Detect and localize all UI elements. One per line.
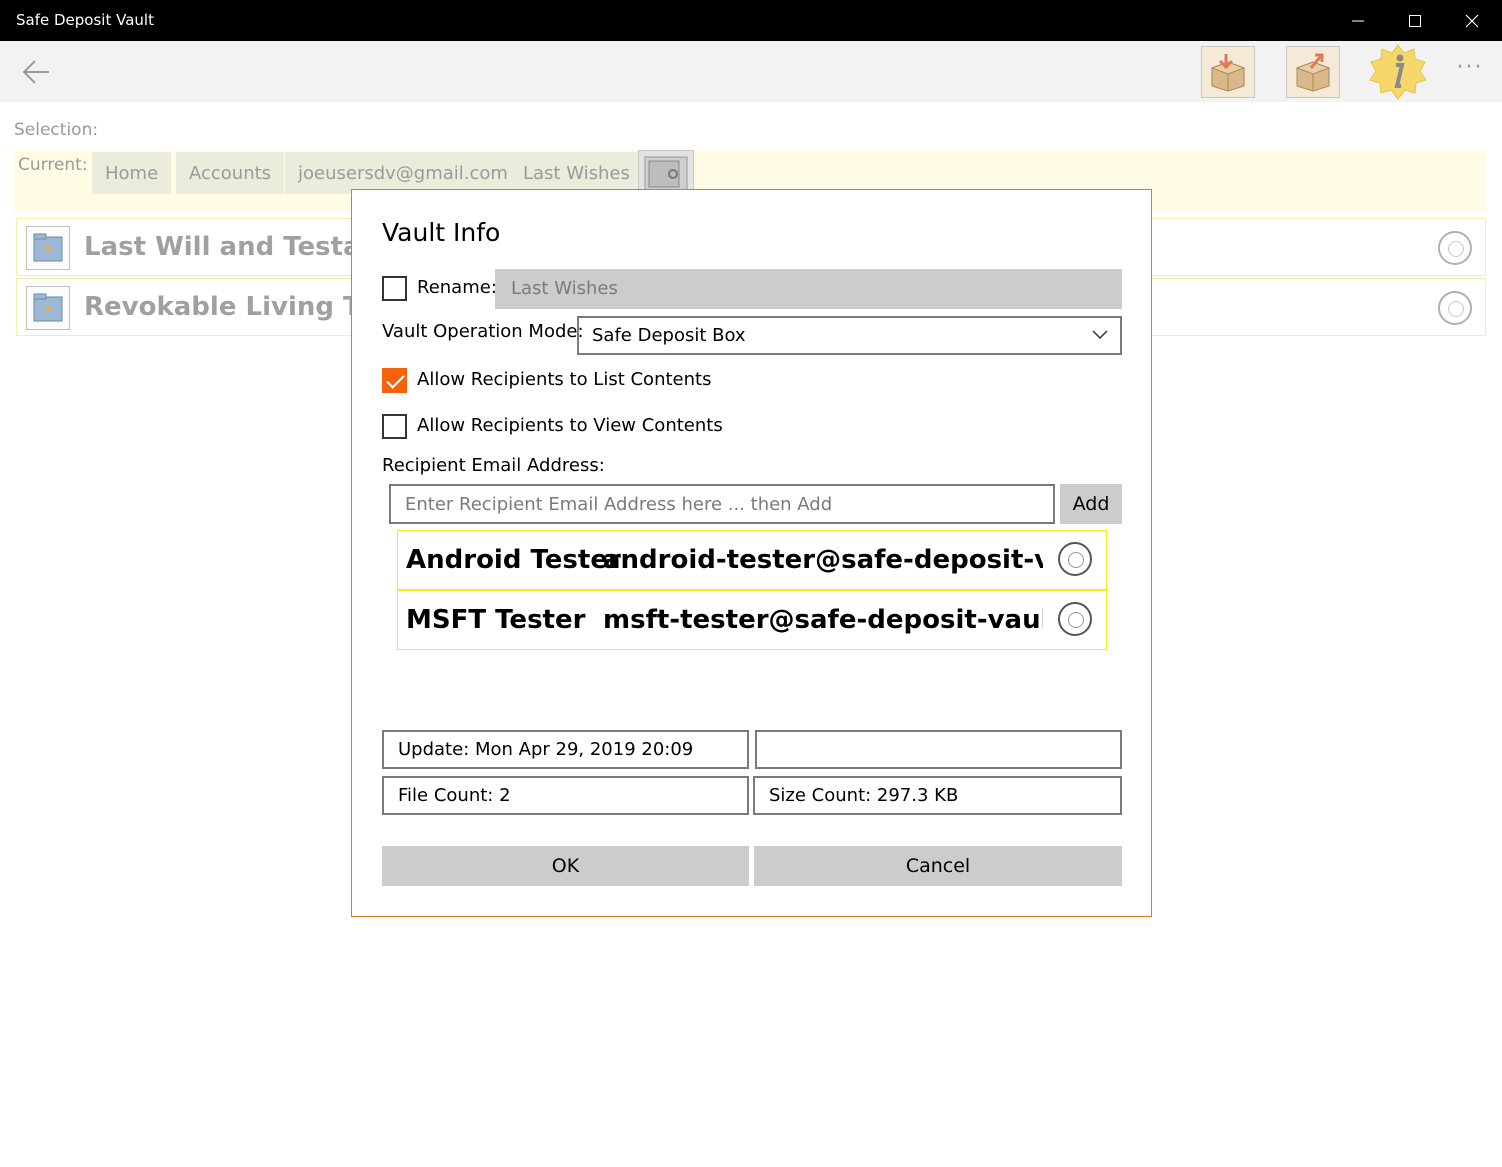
minimize-button[interactable] bbox=[1330, 0, 1386, 41]
vault-info-dialog: Vault Info Rename: Last Wishes Vault Ope… bbox=[351, 189, 1152, 917]
info-icon bbox=[1369, 44, 1427, 100]
selection-label: Selection: bbox=[14, 120, 99, 140]
recipient-email-input[interactable]: Enter Recipient Email Address here ... t… bbox=[389, 484, 1055, 524]
rename-field[interactable]: Last Wishes bbox=[495, 269, 1122, 309]
allow-view-label: Allow Recipients to View Contents bbox=[417, 415, 723, 436]
dialog-title: Vault Info bbox=[382, 218, 501, 247]
export-box-icon bbox=[1295, 53, 1331, 92]
current-label: Current: bbox=[18, 155, 88, 175]
allow-list-label: Allow Recipients to List Contents bbox=[417, 369, 712, 390]
breadcrumb-item-last-wishes[interactable]: Last Wishes bbox=[510, 152, 643, 194]
cancel-button[interactable]: Cancel bbox=[754, 846, 1122, 886]
recipient-email: android-tester@safe-deposit-vault.com bbox=[603, 545, 1043, 575]
breadcrumb-item-home[interactable]: Home bbox=[92, 152, 172, 194]
app-bar: ··· bbox=[0, 41, 1502, 102]
close-button[interactable] bbox=[1444, 0, 1500, 41]
blank-info bbox=[755, 730, 1122, 769]
document-folder-icon bbox=[26, 286, 70, 330]
mode-select-value: Safe Deposit Box bbox=[592, 325, 746, 346]
update-info: Update: Mon Apr 29, 2019 20:09 bbox=[382, 730, 749, 769]
recipient-label: Recipient Email Address: bbox=[382, 455, 605, 476]
title-bar: Safe Deposit Vault bbox=[0, 0, 1502, 41]
breadcrumb-item-accounts[interactable]: Accounts bbox=[176, 152, 285, 194]
mode-label: Vault Operation Mode: bbox=[382, 321, 584, 342]
ok-button[interactable]: OK bbox=[382, 846, 749, 886]
window-title: Safe Deposit Vault bbox=[16, 11, 154, 29]
recipient-row[interactable]: MSFT Tester msft-tester@safe-deposit-vau… bbox=[397, 590, 1107, 650]
document-folder-icon bbox=[26, 226, 70, 270]
more-options-button[interactable]: ··· bbox=[1450, 55, 1490, 87]
rename-label: Rename: bbox=[417, 277, 497, 298]
recipient-name: Android Tester bbox=[406, 545, 621, 575]
allow-list-checkbox[interactable] bbox=[382, 368, 407, 393]
minimize-icon bbox=[1352, 20, 1364, 21]
file-count-info: File Count: 2 bbox=[382, 776, 749, 815]
list-item-radio[interactable] bbox=[1438, 231, 1472, 265]
info-button[interactable] bbox=[1368, 43, 1428, 101]
close-icon bbox=[1465, 14, 1479, 27]
export-box-button[interactable] bbox=[1286, 46, 1340, 98]
breadcrumb-item-account-email[interactable]: joeusersdv@gmail.com bbox=[285, 152, 521, 194]
back-button[interactable] bbox=[12, 51, 60, 93]
recipient-row[interactable]: Android Tester android-tester@safe-depos… bbox=[397, 530, 1107, 590]
recipient-email: msft-tester@safe-deposit-vault.com bbox=[603, 605, 1043, 635]
size-count-info: Size Count: 297.3 KB bbox=[753, 776, 1122, 815]
mode-select[interactable]: Safe Deposit Box bbox=[577, 316, 1122, 355]
maximize-icon bbox=[1409, 14, 1421, 27]
import-box-button[interactable] bbox=[1201, 46, 1255, 98]
import-box-icon bbox=[1210, 54, 1246, 92]
chevron-down-icon bbox=[1092, 330, 1108, 340]
maximize-button[interactable] bbox=[1387, 0, 1443, 41]
recipient-name: MSFT Tester bbox=[406, 605, 586, 635]
list-item-radio[interactable] bbox=[1438, 291, 1472, 325]
back-arrow-icon bbox=[22, 60, 49, 84]
recipient-radio[interactable] bbox=[1058, 542, 1092, 576]
allow-view-checkbox[interactable] bbox=[382, 414, 407, 439]
add-recipient-button[interactable]: Add bbox=[1060, 484, 1122, 524]
rename-checkbox[interactable] bbox=[382, 276, 407, 301]
recipient-radio[interactable] bbox=[1058, 602, 1092, 636]
